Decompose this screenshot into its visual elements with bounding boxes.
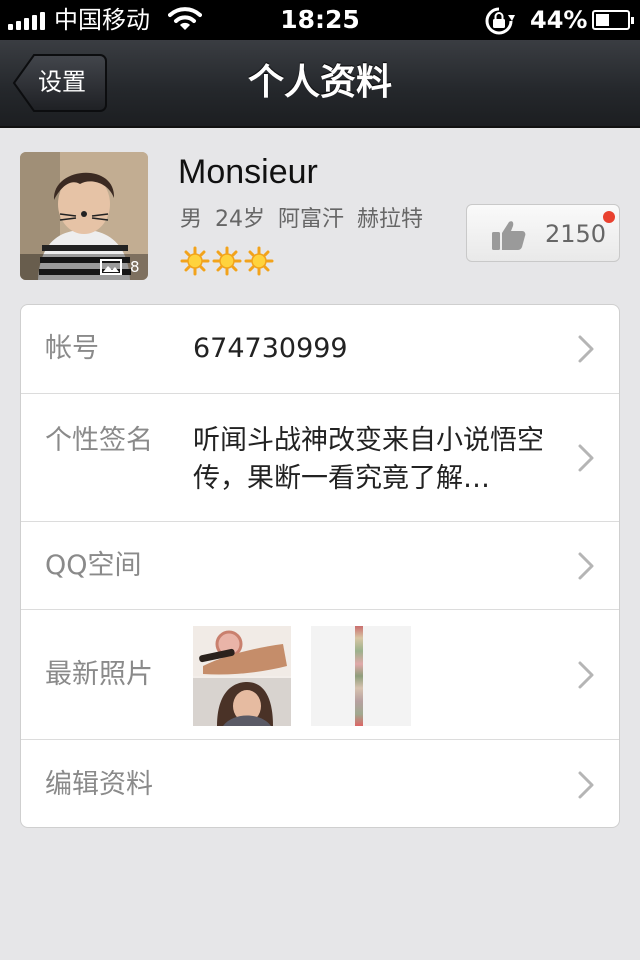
level-badges [180,246,274,280]
picture-icon [100,259,122,279]
status-bar: 中国移动 18:25 44% [0,0,640,40]
chevron-right-icon [577,551,595,585]
notification-dot [603,211,615,223]
account-row[interactable]: 帐号 674730999 [21,305,619,394]
sun-icon [180,246,210,280]
photo-thumbnail[interactable] [193,626,291,726]
chevron-right-icon [577,334,595,368]
edit-profile-label: 编辑资料 [45,769,153,800]
avatar[interactable]: 8 [20,152,148,280]
signature-value: 听闻斗战神改变来自小说悟空传，果断一看究竟了解… [193,425,544,494]
battery-percent: 44% [530,6,588,34]
qzone-label: QQ空间 [45,550,142,581]
rotation-lock-icon [482,6,516,40]
battery-fill [596,14,609,26]
profile-info-card: 帐号 674730999 个性签名 听闻斗战神改变来自小说悟空传，果断一看究竟了… [20,304,620,828]
latest-photos-label: 最新照片 [45,659,153,690]
signature-row[interactable]: 个性签名 听闻斗战神改变来自小说悟空传，果断一看究竟了解… [21,394,619,522]
sun-icon [212,246,242,280]
profile-meta: 男 24岁 阿富汗 赫拉特 [180,207,423,232]
chevron-right-icon [577,443,595,477]
sun-icon [244,246,274,280]
page-title: 个人资料 [247,62,392,103]
photo-strip [355,626,363,726]
photo-thumbnail[interactable] [311,626,411,726]
latest-photos-row[interactable]: 最新照片 [21,610,619,740]
chevron-right-icon [577,770,595,804]
photo-count: 8 [130,258,140,276]
like-button[interactable]: 2150 [466,204,620,262]
thumbs-up-icon [491,219,527,255]
avatar-photo-count: 8 [20,254,148,280]
signature-label: 个性签名 [45,425,153,456]
edit-profile-row[interactable]: 编辑资料 [21,740,619,828]
navigation-bar: 设置 个人资料 [0,40,640,128]
battery-icon [592,10,634,30]
qzone-row[interactable]: QQ空间 [21,522,619,610]
account-value: 674730999 [193,333,348,364]
account-label: 帐号 [45,333,99,364]
like-count: 2150 [545,220,607,248]
profile-name: Monsieur [178,153,318,191]
chevron-right-icon [577,660,595,694]
